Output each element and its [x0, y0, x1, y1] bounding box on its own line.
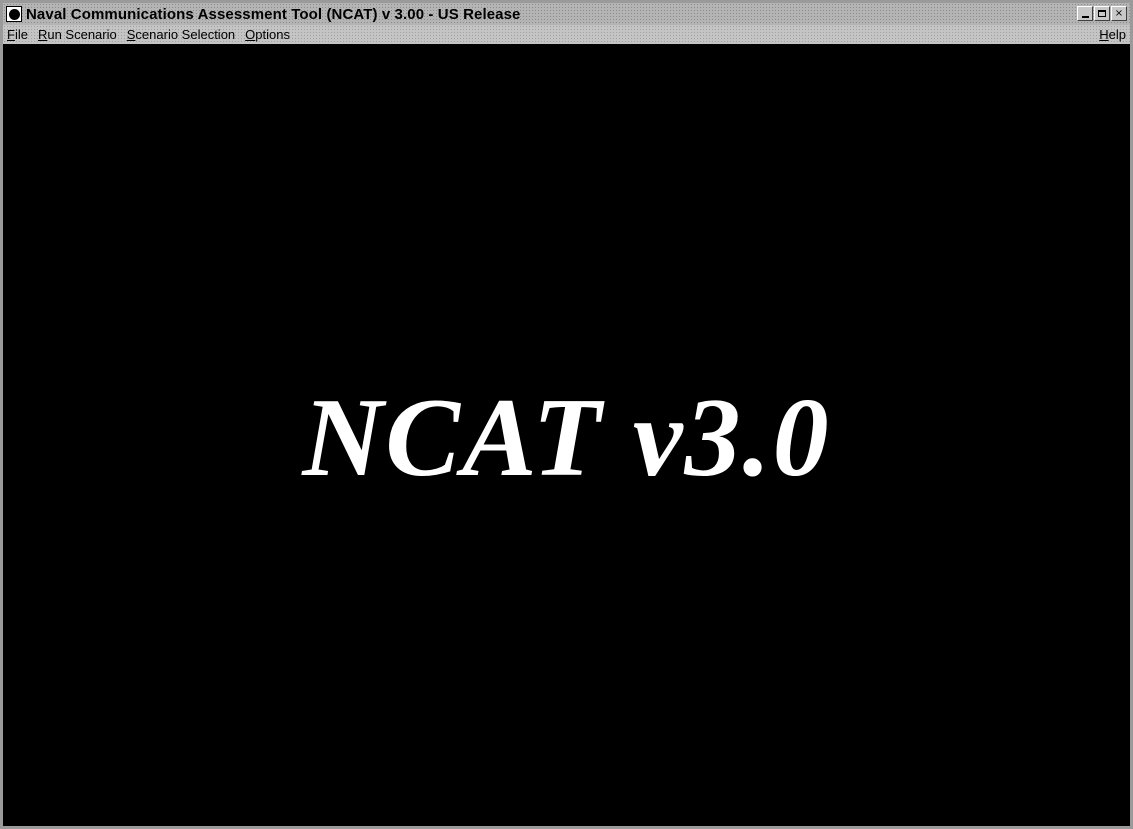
- window-controls: ×: [1077, 6, 1127, 21]
- minimize-button[interactable]: [1077, 6, 1093, 21]
- close-button[interactable]: ×: [1111, 6, 1127, 21]
- maximize-button[interactable]: [1094, 6, 1110, 21]
- maximize-icon: [1098, 10, 1106, 17]
- minimize-icon: [1081, 16, 1089, 18]
- close-icon: ×: [1114, 7, 1124, 19]
- app-window: Naval Communications Assessment Tool (NC…: [0, 0, 1133, 829]
- client-area: NCAT v3.0: [3, 44, 1130, 826]
- app-icon[interactable]: [6, 6, 22, 22]
- menu-scenario-selection[interactable]: Scenario Selection: [127, 27, 235, 42]
- window-title: Naval Communications Assessment Tool (NC…: [26, 5, 521, 23]
- menu-help[interactable]: Help: [1099, 27, 1126, 42]
- menu-file[interactable]: File: [7, 27, 28, 42]
- menu-bar: File Run Scenario Scenario Selection Opt…: [3, 25, 1130, 44]
- title-bar[interactable]: Naval Communications Assessment Tool (NC…: [3, 3, 1130, 25]
- splash-title: NCAT v3.0: [302, 376, 831, 500]
- menu-options[interactable]: Options: [245, 27, 290, 42]
- menu-run-scenario[interactable]: Run Scenario: [38, 27, 117, 42]
